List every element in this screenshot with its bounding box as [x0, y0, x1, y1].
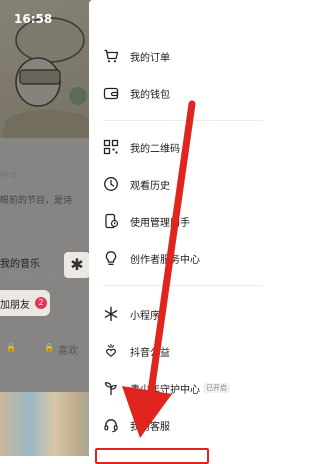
menu-item-label: 青少年守护中心	[130, 385, 200, 396]
menu-item-label: 我的钱包	[130, 90, 170, 101]
menu-item-charity[interactable]: 抖音公益	[89, 339, 263, 363]
add-friend-button[interactable]: 加朋友 2	[0, 290, 50, 316]
menu-item-label: 观看历史	[130, 181, 170, 192]
lock-icon: 🔒	[44, 343, 54, 352]
lightbulb-icon	[105, 251, 117, 265]
clock-icon	[104, 177, 118, 191]
music-subtitle: 已收藏 12 首	[8, 272, 56, 281]
side-drawer: 我的订单 我的钱包 我的二维码 观看历史 使用管理助手 创作者服务中心 小程序 …	[89, 0, 263, 464]
bio-text: 眼前的节目，是诗	[0, 196, 73, 206]
wallet-icon	[103, 87, 119, 100]
menu-item-customer-service[interactable]: 我的客服	[89, 413, 263, 437]
dim-overlay[interactable]	[0, 0, 100, 456]
menu-item-label: 我的二维码	[130, 144, 180, 155]
heart-hand-icon	[106, 343, 116, 357]
menu-item-creator-center[interactable]: 创作者服务中心	[89, 246, 263, 270]
headset-icon	[104, 419, 118, 433]
asterisk-icon	[104, 306, 118, 322]
add-friend-label: 加朋友	[0, 300, 30, 311]
menu-item-qrcode[interactable]: 我的二维码	[89, 135, 263, 159]
menu-item-youth-protection[interactable]: 青少年守护中心 已开启	[89, 376, 263, 400]
profile-background: 粉丝 眼前的节目，是诗 我的音乐 已收藏 12 首 ✱ 加朋友 2 🔒 🔒 喜欢	[0, 0, 100, 456]
menu-item-history[interactable]: 观看历史	[89, 172, 263, 196]
divider	[103, 120, 263, 121]
menu-item-mini-programs[interactable]: 小程序	[89, 302, 263, 326]
music-title[interactable]: 我的音乐	[0, 255, 40, 270]
menu-item-orders[interactable]: 我的订单	[89, 44, 263, 68]
menu-item-label: 使用管理助手	[130, 218, 190, 229]
settings-highlight-box	[95, 448, 209, 464]
asterisk-icon[interactable]: ✱	[64, 252, 90, 278]
fans-label: 粉丝	[0, 171, 19, 181]
status-badge: 已开启	[203, 383, 230, 393]
notification-badge: 2	[35, 297, 47, 309]
qrcode-icon	[103, 139, 119, 155]
menu-item-usage-assistant[interactable]: 使用管理助手	[89, 209, 263, 233]
sprout-icon	[104, 382, 117, 396]
cart-icon	[104, 49, 119, 63]
menu-item-label: 我的订单	[130, 53, 170, 64]
phone-timer-icon	[105, 213, 119, 229]
menu-item-label: 我的客服	[130, 422, 170, 433]
status-time: 16:58	[14, 12, 53, 26]
video-thumbnails	[0, 392, 100, 456]
menu-item-label: 抖音公益	[130, 348, 170, 359]
menu-item-label: 小程序	[130, 311, 160, 322]
menu-item-label: 创作者服务中心	[130, 255, 200, 266]
divider	[103, 285, 263, 286]
tab-likes[interactable]: 喜欢	[58, 342, 78, 357]
menu-item-wallet[interactable]: 我的钱包	[89, 81, 263, 105]
lock-icon: 🔒	[6, 343, 16, 352]
